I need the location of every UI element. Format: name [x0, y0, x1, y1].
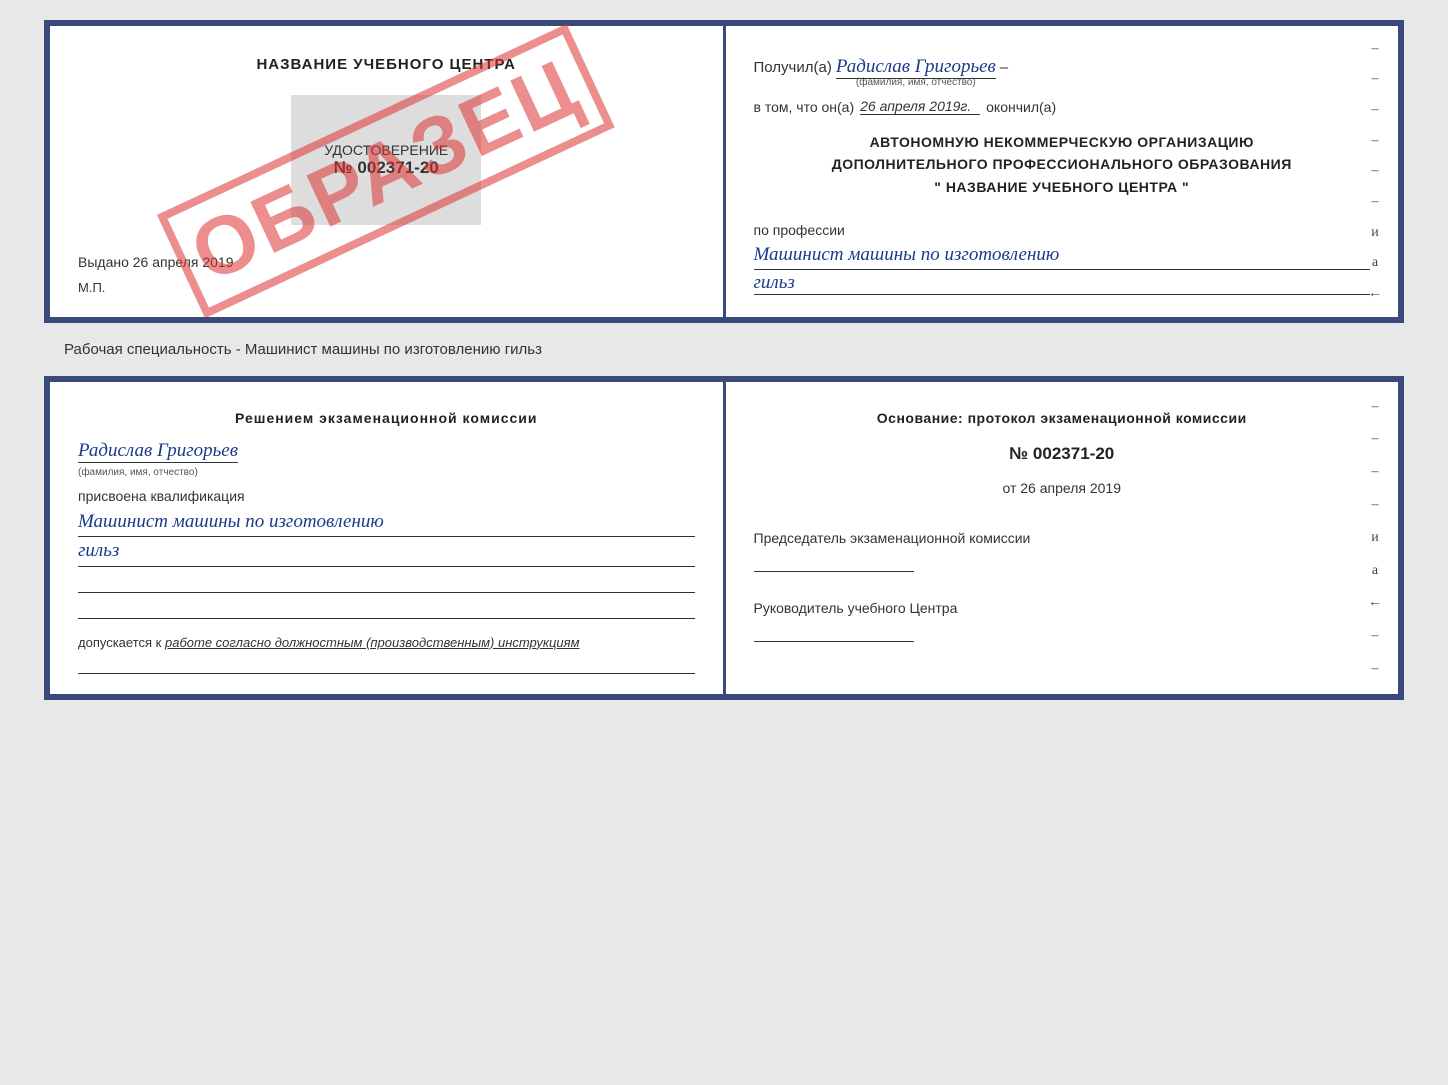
org-block: АВТОНОМНУЮ НЕКОММЕРЧЕСКУЮ ОРГАНИЗАЦИЮ ДО…	[754, 131, 1371, 198]
qualification-line1: Машинист машины по изготовлению	[78, 508, 695, 538]
work-empty-line	[78, 654, 695, 674]
issued-date-line: Выдано 26 апреля 2019	[78, 254, 234, 270]
mp-label: М.П.	[78, 280, 105, 295]
date-value: 26 апреля 2019г.	[860, 98, 980, 115]
допускается-value: работе согласно должностным (производств…	[165, 635, 580, 650]
osnovanje-header: Основание: протокол экзаменационной коми…	[754, 410, 1371, 426]
protocol-date: от 26 апреля 2019	[754, 480, 1371, 496]
right-dashes: – – – – – – и а ←	[1368, 26, 1382, 317]
okonchil-label: окончил(а)	[986, 99, 1056, 115]
org-line3: " НАЗВАНИЕ УЧЕБНОГО ЦЕНТРА "	[754, 176, 1371, 198]
bottom-doc-right: Основание: протокол экзаменационной коми…	[726, 382, 1399, 694]
допускается-block: допускается к работе согласно должностны…	[78, 635, 695, 650]
profession-block: по профессии Машинист машины по изготовл…	[754, 222, 1371, 295]
protocol-date-prefix: от	[1002, 480, 1016, 496]
cert-number: № 002371-20	[334, 158, 439, 178]
assigned-label: присвоена квалификация	[78, 488, 695, 504]
qual-empty-line1	[78, 571, 695, 593]
poluchil-label: Получил(а)	[754, 59, 832, 76]
profession-value-line1: Машинист машины по изготовлению	[754, 242, 1371, 270]
school-name-top: НАЗВАНИЕ УЧЕБНОГО ЦЕНТРА	[256, 56, 516, 73]
recipient-line: Получил(а) Радислав Григорьев (фамилия, …	[754, 56, 1371, 88]
po-professii-label: по профессии	[754, 222, 845, 238]
komissia-name-sub: (фамилия, имя, отчество)	[78, 467, 198, 478]
head-block: Руководитель учебного Центра	[754, 600, 1371, 642]
top-doc-right: Получил(а) Радислав Григорьев (фамилия, …	[726, 26, 1399, 317]
komissia-name: Радислав Григорьев	[78, 440, 238, 463]
допускается-prefix: допускается к	[78, 635, 161, 650]
bottom-document: Решением экзаменационной комиссии Радисл…	[44, 376, 1404, 700]
head-label: Руководитель учебного Центра	[754, 600, 958, 616]
chairman-signature-line	[754, 550, 914, 572]
chairman-label: Председатель экзаменационной комиссии	[754, 530, 1031, 546]
protocol-date-value: 26 апреля 2019	[1020, 480, 1121, 496]
between-label: Рабочая специальность - Машинист машины …	[64, 341, 542, 358]
qual-empty-line2	[78, 597, 695, 619]
protocol-number: № 002371-20	[754, 444, 1371, 464]
org-line2: ДОПОЛНИТЕЛЬНОГО ПРОФЕССИОНАЛЬНОГО ОБРАЗО…	[754, 153, 1371, 175]
komissia-name-block: Радислав Григорьев (фамилия, имя, отчест…	[78, 440, 695, 478]
cert-label: УДОСТОВЕРЕНИЕ	[324, 142, 448, 158]
right-dashes-bottom: – – – – и а ← – –	[1368, 382, 1382, 694]
date-line: в том, что он(а) 26 апреля 2019г. окончи…	[754, 98, 1371, 115]
vtom-label: в том, что он(а)	[754, 99, 855, 115]
bottom-doc-left: Решением экзаменационной комиссии Радисл…	[50, 382, 726, 694]
top-doc-left: НАЗВАНИЕ УЧЕБНОГО ЦЕНТРА УДОСТОВЕРЕНИЕ №…	[50, 26, 726, 317]
head-signature-line	[754, 620, 914, 642]
qualification-line2: гильз	[78, 537, 695, 567]
top-document: НАЗВАНИЕ УЧЕБНОГО ЦЕНТРА УДОСТОВЕРЕНИЕ №…	[44, 20, 1404, 323]
org-line1: АВТОНОМНУЮ НЕКОММЕРЧЕСКУЮ ОРГАНИЗАЦИЮ	[754, 131, 1371, 153]
komissia-header: Решением экзаменационной комиссии	[78, 410, 695, 426]
chairman-block: Председатель экзаменационной комиссии	[754, 530, 1371, 572]
recipient-name: Радислав Григорьев	[836, 56, 996, 79]
cert-id-block: УДОСТОВЕРЕНИЕ № 002371-20	[291, 95, 481, 225]
profession-value-line2: гильз	[754, 272, 1371, 295]
